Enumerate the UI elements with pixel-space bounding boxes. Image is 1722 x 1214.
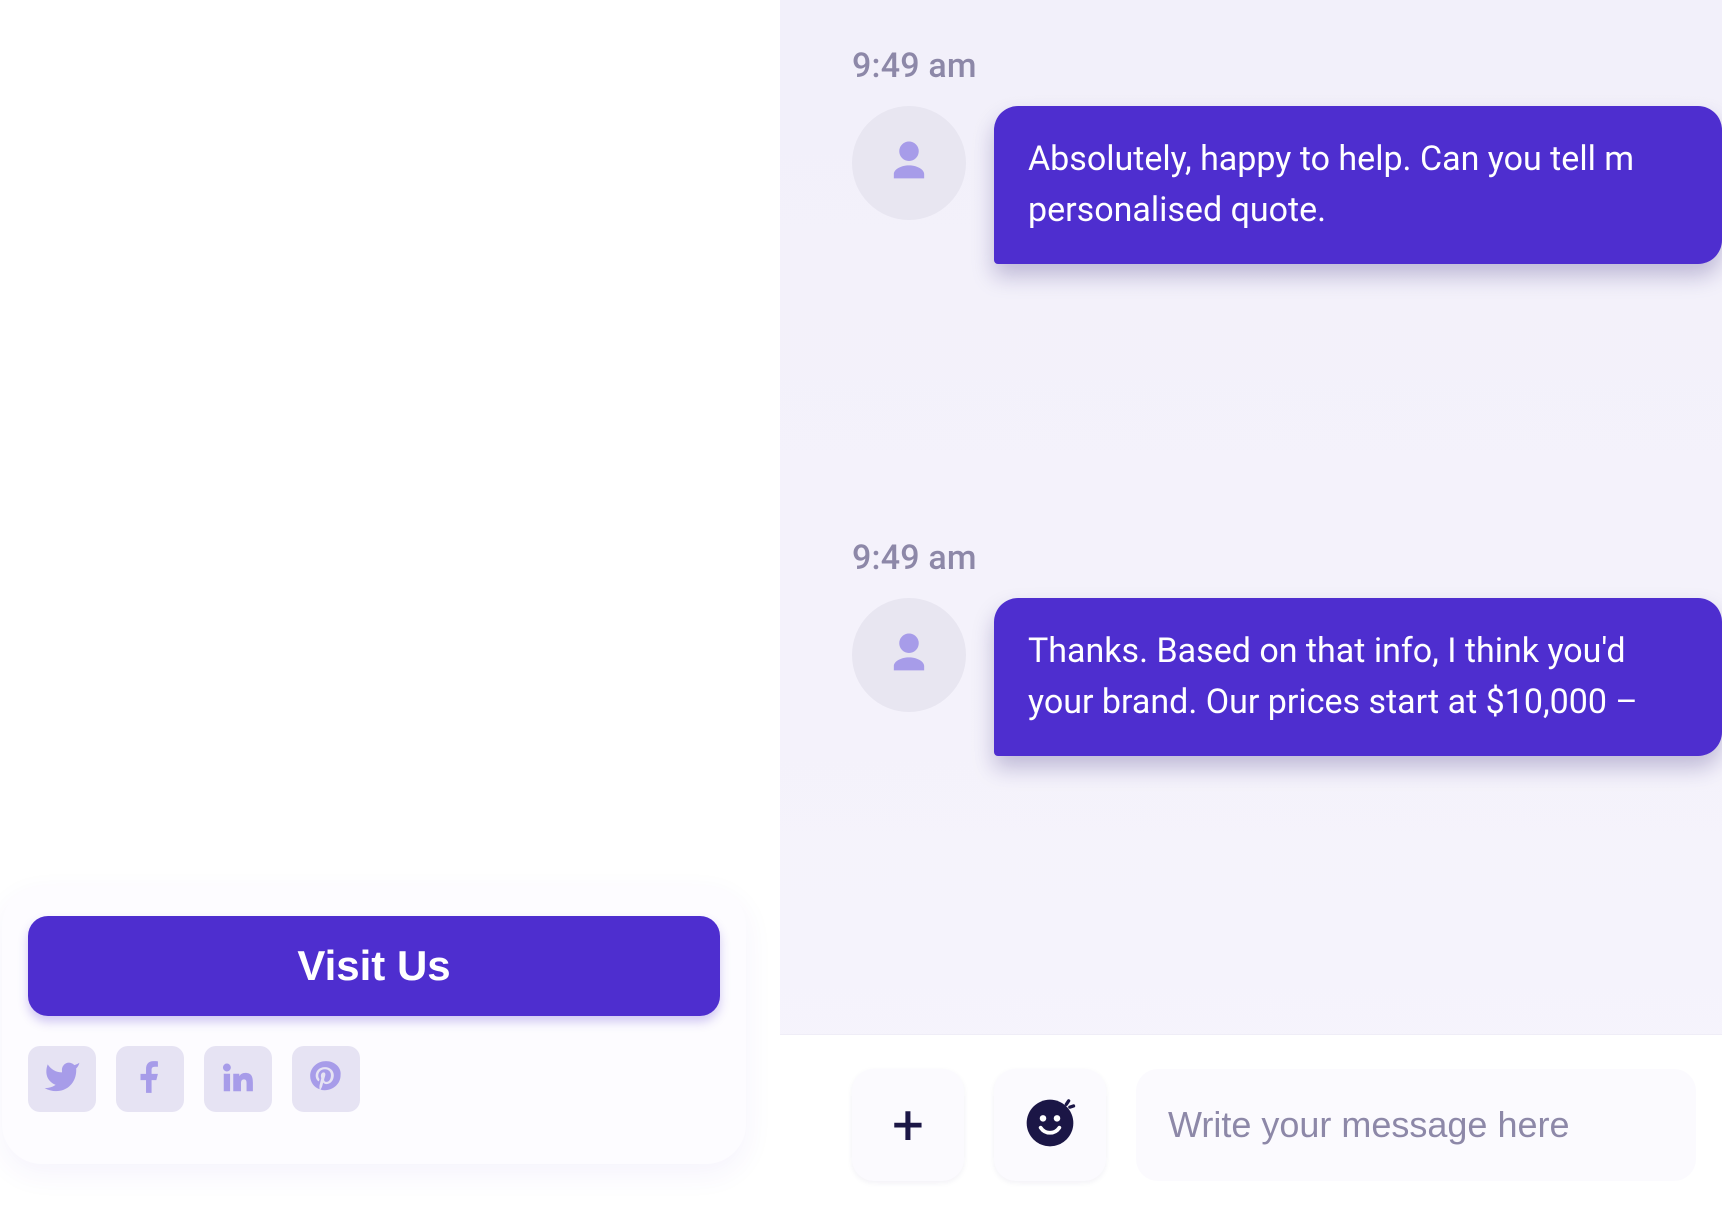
visit-us-button[interactable]: Visit Us — [28, 916, 720, 1016]
avatar — [852, 598, 966, 712]
message-row: Thanks. Based on that info, I think you'… — [852, 598, 1722, 756]
sidebar-card: Visit Us — [2, 886, 746, 1164]
social-twitter[interactable] — [28, 1046, 96, 1112]
message-bubble: Thanks. Based on that info, I think you'… — [994, 598, 1722, 756]
social-row — [28, 1046, 720, 1112]
avatar — [852, 106, 966, 220]
message-timestamp: 9:49 am — [852, 538, 1722, 578]
message-input-container — [1136, 1069, 1696, 1181]
emoji-button[interactable] — [994, 1069, 1106, 1181]
add-attachment-button[interactable]: + — [852, 1069, 964, 1181]
message-bubble: Absolutely, happy to help. Can you tell … — [994, 106, 1722, 264]
person-icon — [883, 135, 935, 191]
facebook-icon — [131, 1058, 169, 1100]
social-linkedin[interactable] — [204, 1046, 272, 1112]
message-timestamp: 9:49 am — [852, 46, 1722, 86]
chat-input-bar: + — [780, 1034, 1722, 1214]
message-row: Absolutely, happy to help. Can you tell … — [852, 106, 1722, 264]
social-facebook[interactable] — [116, 1046, 184, 1112]
twitter-icon — [43, 1058, 81, 1100]
person-icon — [883, 627, 935, 683]
social-pinterest[interactable] — [292, 1046, 360, 1112]
linkedin-icon — [219, 1058, 257, 1100]
plus-icon: + — [892, 1097, 924, 1153]
message-group: 9:49 am Thanks. Based on that info, I th… — [852, 538, 1722, 756]
chat-panel: 9:49 am Absolutely, happy to help. Can y… — [780, 0, 1722, 1214]
pinterest-icon — [307, 1058, 345, 1100]
message-group: 9:49 am Absolutely, happy to help. Can y… — [852, 46, 1722, 264]
message-input[interactable] — [1166, 1103, 1696, 1147]
emoji-smile-icon — [1022, 1095, 1078, 1155]
